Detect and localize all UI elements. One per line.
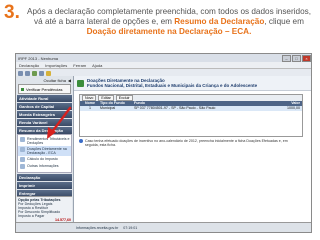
save-icon[interactable] [32,70,37,76]
menu-importacoes[interactable]: Importações [45,63,67,68]
verify-pendencies-button[interactable]: Verificar Pendências [18,84,71,94]
section-declaracao[interactable]: Declaração [17,174,72,181]
minimize-button[interactable]: – [282,54,291,62]
status-bar: Informações.receita.gov.br 07:19:01 [16,222,311,232]
hide-sheet-link[interactable]: Ocultar ficha [43,78,65,83]
title-bar: IRPF 2013 - Nenhuma – □ × [16,54,311,62]
main-content: Doações Diretamente na Declaração Fundos… [74,76,311,222]
instruction-text: Após a declaração completamente preenchi… [27,7,311,36]
sidebar-item-doacoes-eca[interactable]: Doações Diretamente na Declaração - ECA [18,146,71,156]
calculator-icon [20,157,25,162]
close-button[interactable]: × [302,54,311,62]
instruction-highlight-1: Resumo da Declaração [174,17,265,26]
menu-ajuda[interactable]: Ajuda [92,63,102,68]
chevron-left-icon[interactable]: ◀ [68,78,71,83]
window-title: IRPF 2013 - Nenhuma [18,55,59,61]
cell-tipo: Municipal [100,106,116,110]
document-icon [20,147,25,152]
menu-bar: Declaração Importações Ferram Ajuda [16,62,311,69]
app-window: IRPF 2013 - Nenhuma – □ × Declaração Imp… [15,53,312,233]
status-link[interactable]: Informações.receita.gov.br [76,226,118,230]
info-icon [79,139,83,143]
checkmark-icon [77,79,84,87]
document-icon [20,137,25,142]
section-atividade-rural[interactable]: Atividade Rural [17,95,72,102]
menu-declaracao[interactable]: Declaração [19,63,39,68]
sidebar: Ocultar ficha ◀ Verificar Pendências Ati… [16,76,74,222]
maximize-button[interactable]: □ [292,54,301,62]
menu-ferram[interactable]: Ferram [73,63,86,68]
note-text: Caso tenha efetuado doações de incentivo… [85,139,288,147]
step-number: 3. [4,2,20,23]
sidebar-item-label: Outras Informações [27,164,59,168]
tax-option-panel: Opção pelas Tributações Por Deduções Leg… [17,196,72,222]
status-time: 07:19:01 [123,225,138,230]
section-imprimir[interactable]: Imprimir [17,182,72,189]
sidebar-item-label: Doações Diretamente na Declaração - ECA [27,147,67,155]
check-icon [21,87,24,91]
pointer-arrow [47,106,72,139]
donations-table: Novo Editar Excluir Nome Tipo do Fundo F… [79,94,303,137]
info-note: Caso tenha efetuado doações de incentivo… [79,139,301,147]
open-icon[interactable] [25,70,30,76]
new-doc-icon[interactable] [18,70,23,76]
cell-valor: 1000,00 [287,106,300,110]
sidebar-item-label: Cálculo do Imposto [27,157,58,161]
cell-fundo: SP 037 77804501-97 - SP - São Paulo - Sã… [134,106,216,110]
print-icon[interactable] [39,70,44,76]
page-header: Doações Diretamente na Declaração Fundos… [74,76,311,91]
page-subtitle: Fundos Nacional, Distrital, Estaduais e … [87,83,258,88]
table-row[interactable]: 1 Municipal SP 037 77804501-97 - SP - Sã… [80,106,302,111]
sidebar-item-calculo[interactable]: Cálculo do Imposto [18,156,71,163]
sidebar-item-outras[interactable]: Outras Informações [18,163,71,170]
verify-label: Verificar Pendências [26,86,63,92]
cell-nome: 1 [89,106,91,110]
help-icon[interactable] [46,70,51,76]
document-icon [20,164,25,169]
instruction-highlight-2: Doação diretamente na Declaração – ECA. [86,27,252,36]
